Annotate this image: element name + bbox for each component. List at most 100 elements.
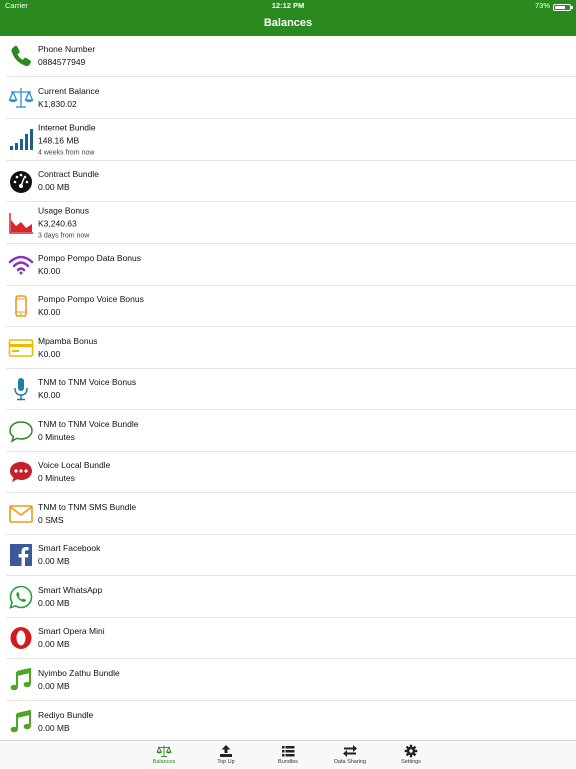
whatsapp-icon [8, 584, 34, 610]
chat-dots-icon [8, 459, 34, 485]
signal-bars-icon [8, 127, 34, 153]
balance-value: 0 Minutes [38, 473, 75, 483]
balance-row[interactable]: Pompo Pompo Voice Bonus K0.00 [6, 286, 576, 327]
balance-name: Mpamba Bonus [38, 335, 98, 346]
balance-row[interactable]: Smart Opera Mini 0.00 MB [6, 618, 576, 659]
balance-value: K0.00 [38, 348, 61, 359]
gauge-icon [8, 168, 34, 194]
balance-name: Nyimbo Zathu Bundle [38, 667, 120, 678]
app-header: Carrier 12:12 PM 73% Balances [0, 0, 576, 36]
scale-icon [8, 85, 34, 111]
balance-texts: Smart Facebook 0.00 MB [38, 542, 100, 568]
balance-row[interactable]: Smart WhatsApp 0.00 MB [6, 576, 576, 618]
balance-texts: TNM to TNM SMS Bundle 0 SMS [38, 501, 136, 527]
balance-row[interactable]: Smart Facebook 0.00 MB [6, 535, 576, 576]
microphone-icon [8, 376, 34, 402]
upload-icon [218, 744, 234, 758]
balance-row[interactable]: Usage Bonus K3,240.63 3 days from now [6, 202, 576, 244]
balance-texts: Voice Local Bundle 0 Minutes [38, 459, 110, 485]
envelope-icon [8, 501, 34, 527]
balance-name: Rediyo Bundle [38, 709, 94, 720]
balance-row[interactable]: TNM to TNM SMS Bundle 0 SMS [6, 493, 576, 535]
balance-value: 148.16 MB [38, 135, 80, 145]
balance-value: 0884577949 [38, 57, 86, 67]
balance-value: 0.00 MB [38, 556, 70, 566]
balance-value: 0 Minutes [38, 431, 75, 442]
balance-name: Pompo Pompo Data Bonus [38, 252, 142, 263]
mobile-phone-icon [8, 293, 34, 319]
balance-expiry: 4 weeks from now [38, 149, 95, 156]
balance-value: 0.00 MB [38, 639, 70, 649]
balance-value: K3,240.63 [38, 218, 77, 228]
list-icon [280, 744, 296, 758]
balance-name: TNM to TNM Voice Bonus [38, 377, 137, 387]
tab-bar: Balances Top Up Bundles Data Sharing Setting… [0, 740, 576, 768]
balance-texts: Rediyo Bundle 0.00 MB [38, 709, 93, 735]
opera-icon [8, 625, 34, 651]
credit-card-icon [8, 335, 34, 361]
tab-label: Bundles [278, 759, 298, 765]
balance-row[interactable]: TNM to TNM Voice Bonus K0.00 [6, 369, 576, 410]
balance-texts: Pompo Pompo Voice Bonus K0.00 [38, 293, 144, 319]
tab-top-up[interactable]: Top Up [196, 741, 256, 769]
scale-icon [156, 744, 172, 758]
balance-row[interactable]: Nyimbo Zathu Bundle 0.00 MB [6, 659, 576, 701]
balance-texts: Mpamba Bonus K0.00 [38, 335, 98, 361]
tab-label: Balances [152, 759, 176, 765]
balance-name: TNM to TNM Voice Bundle [38, 418, 139, 429]
phone-icon [8, 43, 34, 69]
balance-texts: TNM to TNM Voice Bundle 0 Minutes [38, 418, 138, 444]
balance-row[interactable]: TNM to TNM Voice Bundle 0 Minutes [6, 410, 576, 452]
balance-value: K0.00 [38, 390, 61, 400]
balance-texts: Usage Bonus K3,240.63 3 days from now [38, 204, 89, 241]
status-bar: Carrier 12:12 PM 73% [0, 0, 576, 12]
balance-name: Smart Opera Mini [38, 626, 105, 636]
balance-row[interactable]: Pompo Pompo Data Bonus K0.00 [6, 244, 576, 286]
balance-name: Current Balance [38, 85, 100, 96]
page-title: Balances [263, 17, 313, 29]
tab-bundles[interactable]: Bundles [258, 741, 318, 769]
balance-name: Contract Bundle [38, 169, 99, 179]
balance-row[interactable]: Contract Bundle 0.00 MB [6, 161, 576, 202]
balance-row[interactable]: Voice Local Bundle 0 Minutes [6, 452, 576, 493]
facebook-icon [8, 542, 34, 568]
balance-texts: Current Balance K1,830.02 [38, 85, 99, 111]
balance-name: Usage Bonus [38, 205, 90, 215]
tab-balances[interactable]: Balances [134, 741, 194, 769]
gear-icon [403, 744, 419, 758]
balance-row[interactable]: Rediyo Bundle 0.00 MB [6, 701, 576, 740]
balance-row[interactable]: Current Balance K1,830.02 [6, 77, 576, 119]
tab-label: Data Sharing [333, 759, 367, 765]
balance-name: Phone Number [38, 44, 96, 54]
balance-texts: Smart Opera Mini 0.00 MB [38, 625, 105, 651]
balance-value: K0.00 [38, 265, 61, 276]
balances-list: Phone Number 0884577949 Current Balance K1,… [0, 36, 576, 740]
balance-row[interactable]: Internet Bundle 148.16 MB 4 weeks from now [6, 119, 576, 161]
balance-texts: Contract Bundle 0.00 MB [38, 168, 99, 194]
status-time: 12:12 PM [271, 1, 305, 10]
transfer-arrows-icon [342, 744, 358, 758]
balance-texts: Nyimbo Zathu Bundle 0.00 MB [38, 667, 120, 693]
balance-name: Smart Facebook [38, 543, 101, 553]
balance-texts: Smart WhatsApp 0.00 MB [38, 584, 102, 610]
music-note-icon [8, 667, 34, 693]
battery-indicator: 73% [534, 0, 573, 12]
balance-name: TNM to TNM SMS Bundle [38, 501, 137, 512]
music-note-icon [8, 709, 34, 735]
balance-value: 0 SMS [38, 514, 64, 525]
balance-value: 0.00 MB [38, 722, 70, 733]
balance-value: 0.00 MB [38, 680, 70, 691]
balance-row[interactable]: Mpamba Bonus K0.00 [6, 327, 576, 369]
battery-percent: 73% [534, 1, 550, 10]
balance-texts: TNM to TNM Voice Bonus K0.00 [38, 376, 136, 402]
tab-settings[interactable]: Settings [381, 741, 441, 769]
balance-value: 0.00 MB [38, 182, 70, 192]
battery-icon [553, 3, 573, 11]
speech-bubble-icon [8, 418, 34, 444]
balance-value: 0.00 MB [38, 597, 70, 608]
balance-row[interactable]: Phone Number 0884577949 [6, 36, 576, 77]
tab-data-sharing[interactable]: Data Sharing [320, 741, 380, 769]
balance-name: Voice Local Bundle [38, 460, 111, 470]
balance-value: K0.00 [38, 307, 61, 317]
balance-value: K1,830.02 [38, 98, 77, 109]
